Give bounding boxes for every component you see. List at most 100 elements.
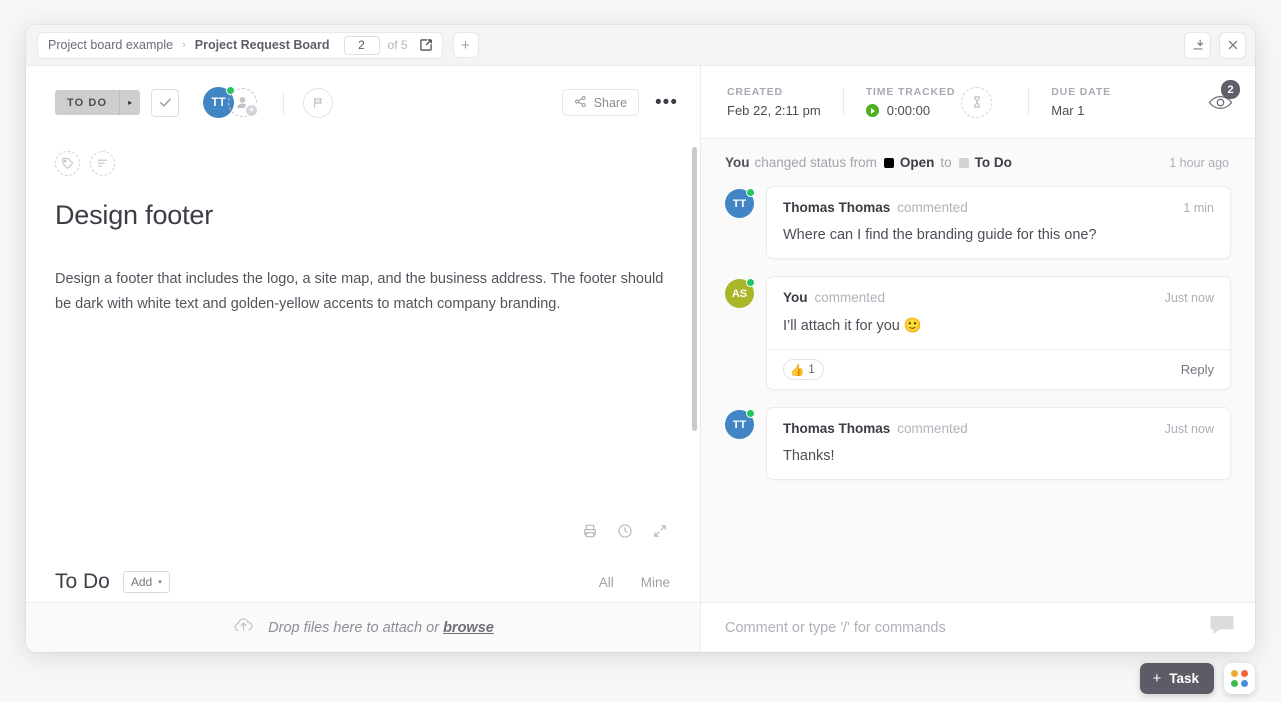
status-change-to: To Do (975, 155, 1012, 170)
subtask-section-header: To Do Add ▾ All Mine (26, 562, 700, 602)
chat-bubble-icon[interactable] (1209, 613, 1235, 642)
comment-text[interactable]: Where can I find the branding guide for … (767, 215, 1230, 258)
list-item: TT Thomas Thomas commented 1 min Where c… (725, 186, 1231, 259)
comment-time: Just now (1165, 291, 1214, 305)
watch-eye-icon[interactable]: 2 (1203, 87, 1237, 117)
comment-card: Thomas Thomas commented Just now Thanks! (766, 407, 1231, 480)
task-description[interactable]: Design a footer that includes the logo, … (55, 267, 670, 317)
priority-list-icon[interactable] (90, 151, 115, 176)
meta-divider (843, 88, 844, 116)
online-status-dot (746, 278, 755, 287)
watch-count-badge: 2 (1221, 80, 1240, 99)
app-grid-icon[interactable] (1224, 663, 1255, 694)
avatar-initials: TT (211, 97, 226, 109)
add-tab-button[interactable]: + (453, 32, 479, 58)
filter-all[interactable]: All (599, 575, 614, 590)
toolbar-right-actions: Share ••• (562, 89, 678, 116)
task-detail-window: Project board example › Project Request … (26, 25, 1255, 652)
window-topbar: Project board example › Project Request … (26, 25, 1255, 66)
comment-action: commented (897, 421, 968, 436)
comment-input[interactable]: Comment or type '/' for commands (725, 620, 1209, 636)
online-status-dot (746, 409, 755, 418)
comment-input-bar[interactable]: Comment or type '/' for commands (701, 602, 1255, 652)
breadcrumb-item-board[interactable]: Project Request Board (195, 38, 330, 52)
window-controls (1184, 32, 1246, 59)
avatar-initials: AS (732, 288, 747, 300)
time-tracked-value-row: 0:00:00 (866, 103, 956, 118)
time-tracked-label: TIME TRACKED (866, 86, 956, 98)
comment-action: commented (815, 290, 886, 305)
status-change-entry: You changed status from Open to To Do 1 … (725, 155, 1231, 170)
app-dot-3 (1231, 680, 1238, 687)
task-left-pane: TO DO ▸ TT (26, 66, 701, 652)
app-dot-4 (1241, 680, 1248, 687)
comment-author[interactable]: Thomas Thomas (783, 200, 890, 215)
dropzone-label: Drop files here to attach or (268, 620, 443, 636)
page-title[interactable]: Design footer (55, 200, 670, 231)
share-button[interactable]: Share (562, 89, 639, 116)
flag-icon[interactable] (303, 88, 333, 118)
comment-text[interactable]: I’ll attach it for you 🙂 (767, 305, 1230, 349)
chevron-right-icon[interactable]: ▸ (119, 90, 140, 115)
task-content: Design footer Design a footer that inclu… (26, 139, 700, 523)
open-external-icon[interactable] (418, 37, 434, 53)
avatar-initials: TT (733, 198, 746, 210)
meta-divider-2 (1028, 88, 1029, 116)
comment-author[interactable]: You (783, 290, 808, 305)
subtask-filters: All Mine (599, 575, 670, 590)
share-label: Share (594, 96, 627, 110)
subtask-heading: To Do (55, 570, 110, 594)
status-dropdown[interactable]: TO DO ▸ (55, 90, 140, 115)
status-change-to-word: to (940, 155, 951, 170)
status-change-action: changed status from (755, 155, 877, 170)
toolbar-divider (283, 92, 284, 114)
print-icon[interactable] (582, 523, 598, 544)
page-total-label: of 5 (388, 38, 408, 52)
comment-card: You commented Just now I’ll attach it fo… (766, 276, 1231, 390)
tag-icon[interactable] (55, 151, 80, 176)
hourglass-icon[interactable] (961, 87, 992, 118)
comment-action: commented (897, 200, 968, 215)
avatar[interactable]: TT (725, 410, 754, 439)
comment-header: Thomas Thomas commented Just now (767, 408, 1230, 436)
list-item: AS You commented Just now I’ll attach it… (725, 276, 1231, 390)
page-number-input[interactable]: 2 (344, 36, 380, 55)
task-toolbar: TO DO ▸ TT (26, 66, 700, 139)
more-options-button[interactable]: ••• (655, 93, 678, 112)
activity-right-pane: CREATED Feb 22, 2:11 pm TIME TRACKED 0:0… (701, 66, 1255, 652)
comment-author[interactable]: Thomas Thomas (783, 421, 890, 436)
comment-time: Just now (1165, 422, 1214, 436)
history-clock-icon[interactable] (617, 523, 633, 544)
time-tracked-value: 0:00:00 (887, 103, 930, 118)
add-subtask-button[interactable]: Add ▾ (123, 571, 170, 593)
browse-link[interactable]: browse (443, 620, 494, 636)
avatar[interactable]: TT (725, 189, 754, 218)
created-value: Feb 22, 2:11 pm (727, 103, 821, 118)
play-circle-icon[interactable] (866, 104, 879, 117)
reply-button[interactable]: Reply (1181, 362, 1214, 377)
add-task-button[interactable]: + Task (1140, 663, 1214, 694)
filter-mine[interactable]: Mine (641, 575, 670, 590)
list-item: TT Thomas Thomas commented Just now Than… (725, 407, 1231, 480)
comment-text[interactable]: Thanks! (767, 436, 1230, 479)
file-dropzone[interactable]: Drop files here to attach or browse (26, 602, 700, 652)
window-body: TO DO ▸ TT (26, 66, 1255, 652)
chevron-down-icon: ▾ (158, 578, 162, 586)
left-pane-scrollbar[interactable] (692, 147, 697, 431)
assignee-group: TT + (203, 87, 257, 118)
mark-complete-button[interactable] (151, 89, 179, 117)
close-icon[interactable] (1219, 32, 1246, 59)
task-attribute-chips (55, 151, 670, 176)
minimize-to-corner-icon[interactable] (1184, 32, 1211, 59)
time-tracked-block[interactable]: TIME TRACKED 0:00:00 (866, 86, 956, 118)
add-subtask-label: Add (131, 575, 152, 589)
reaction-thumbs-up[interactable]: 👍 1 (783, 359, 824, 380)
comment-header: Thomas Thomas commented 1 min (767, 187, 1230, 215)
avatar[interactable]: AS (725, 279, 754, 308)
reaction-count: 1 (808, 364, 814, 376)
due-date-block[interactable]: DUE DATE Mar 1 (1051, 86, 1111, 118)
avatar-initials: TT (733, 419, 746, 431)
breadcrumb-item-project[interactable]: Project board example (48, 38, 173, 52)
expand-icon[interactable] (652, 523, 668, 544)
add-user-icon[interactable]: + (228, 88, 257, 117)
